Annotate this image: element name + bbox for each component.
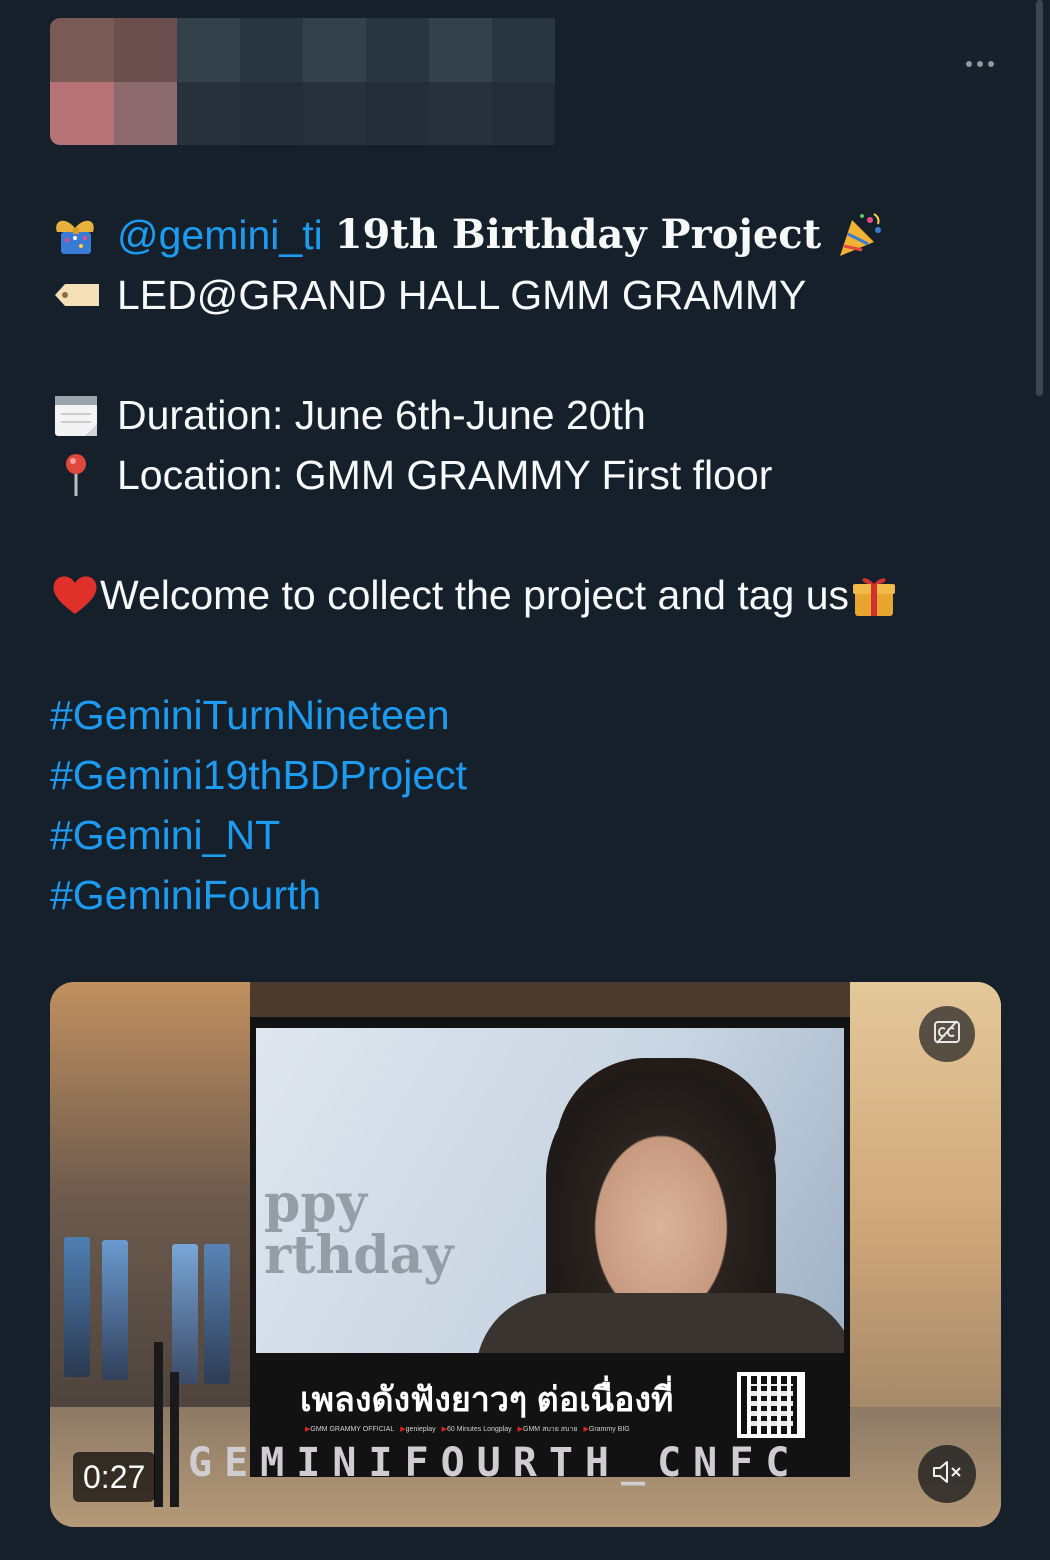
- avatar[interactable]: [50, 18, 177, 145]
- standee-image: [64, 1237, 90, 1377]
- location-line: Location: GMM GRAMMY First floor: [50, 445, 1010, 505]
- scrollbar[interactable]: [1036, 0, 1043, 396]
- ticker-source: GMM GRAMMY OFFICIAL: [305, 1425, 394, 1433]
- mention-link[interactable]: @gemini_ti: [117, 205, 323, 265]
- person-shoulders: [476, 1293, 844, 1353]
- ticker-source: Grammy BIG: [584, 1425, 630, 1433]
- hashtag-link[interactable]: #Gemini19thBDProject: [50, 745, 1010, 805]
- video-player[interactable]: ppy rthday เพลงดังฟังยาวๆ ต่อเนื่องที่ G…: [50, 982, 1001, 1527]
- duration-text: Duration: June 6th-June 20th: [117, 392, 646, 438]
- wrapped-gift-icon: [849, 570, 899, 620]
- dot-icon: [966, 61, 972, 67]
- welcome-line: Welcome to collect the project and tag u…: [50, 565, 1010, 625]
- hashtag-link[interactable]: #GeminiFourth: [50, 865, 1010, 925]
- more-options-button[interactable]: [954, 50, 1006, 78]
- dot-icon: [977, 61, 983, 67]
- video-timestamp: 0:27: [73, 1452, 156, 1502]
- location-text: Location: GMM GRAMMY First floor: [117, 452, 773, 498]
- title-text: 19th Birthday Project: [334, 211, 822, 258]
- led-ticker-text: เพลงดังฟังยาวๆ ต่อเนื่องที่: [300, 1381, 674, 1419]
- tweet-view: @gemini_ti 19th Birthday Project LED@GRA…: [0, 0, 1050, 1560]
- stanchion: [170, 1372, 179, 1507]
- label-tag-icon: [50, 269, 102, 321]
- ribbon-gift-icon: [50, 209, 102, 261]
- screen-greeting: ppy rthday: [264, 1178, 454, 1282]
- party-popper-icon: [833, 209, 885, 261]
- venue-line: LED@GRAND HALL GMM GRAMMY: [50, 265, 1010, 325]
- hashtag-link[interactable]: #GeminiTurnNineteen: [50, 685, 1010, 745]
- pin-icon: [50, 449, 102, 501]
- led-screen-image: ppy rthday: [256, 1028, 844, 1353]
- ticker-source: GMM สบาย สบาย: [518, 1424, 578, 1435]
- standee-image: [204, 1244, 230, 1384]
- fanclub-watermark: GEMINIFOURTH_CNFC: [188, 1440, 802, 1486]
- qr-code: [737, 1372, 805, 1438]
- redacted-author-name[interactable]: [177, 18, 555, 145]
- dot-icon: [988, 61, 994, 67]
- calendar-icon: [50, 389, 102, 441]
- led-ticker-sources: GMM GRAMMY OFFICIAL genieplay 60 Minutes…: [305, 1422, 745, 1436]
- duration-line: Duration: June 6th-June 20th: [50, 385, 1010, 445]
- standee-image: [102, 1240, 128, 1380]
- hashtag-link[interactable]: #Gemini_NT: [50, 805, 1010, 865]
- screen-greeting-line-2: rthday: [264, 1225, 454, 1286]
- venue-text: LED@GRAND HALL GMM GRAMMY: [117, 272, 807, 318]
- ticker-source: genieplay: [400, 1425, 436, 1433]
- standee-image: [172, 1244, 198, 1384]
- red-heart-icon: [50, 570, 100, 620]
- welcome-text: Welcome to collect the project and tag u…: [100, 572, 850, 618]
- ticker-source: 60 Minutes Longplay: [442, 1425, 512, 1433]
- stanchion: [154, 1342, 163, 1507]
- unmute-button[interactable]: [918, 1445, 976, 1503]
- screen-greeting-line-1: ppy: [264, 1173, 367, 1234]
- muted-speaker-icon: [931, 1458, 963, 1491]
- title-line: @gemini_ti 19th Birthday Project: [50, 205, 1010, 265]
- video-ceiling: [250, 982, 850, 1022]
- tweet-text: @gemini_ti 19th Birthday Project LED@GRA…: [50, 205, 1010, 925]
- captions-button[interactable]: [919, 1006, 975, 1062]
- captions-icon: [933, 1019, 961, 1050]
